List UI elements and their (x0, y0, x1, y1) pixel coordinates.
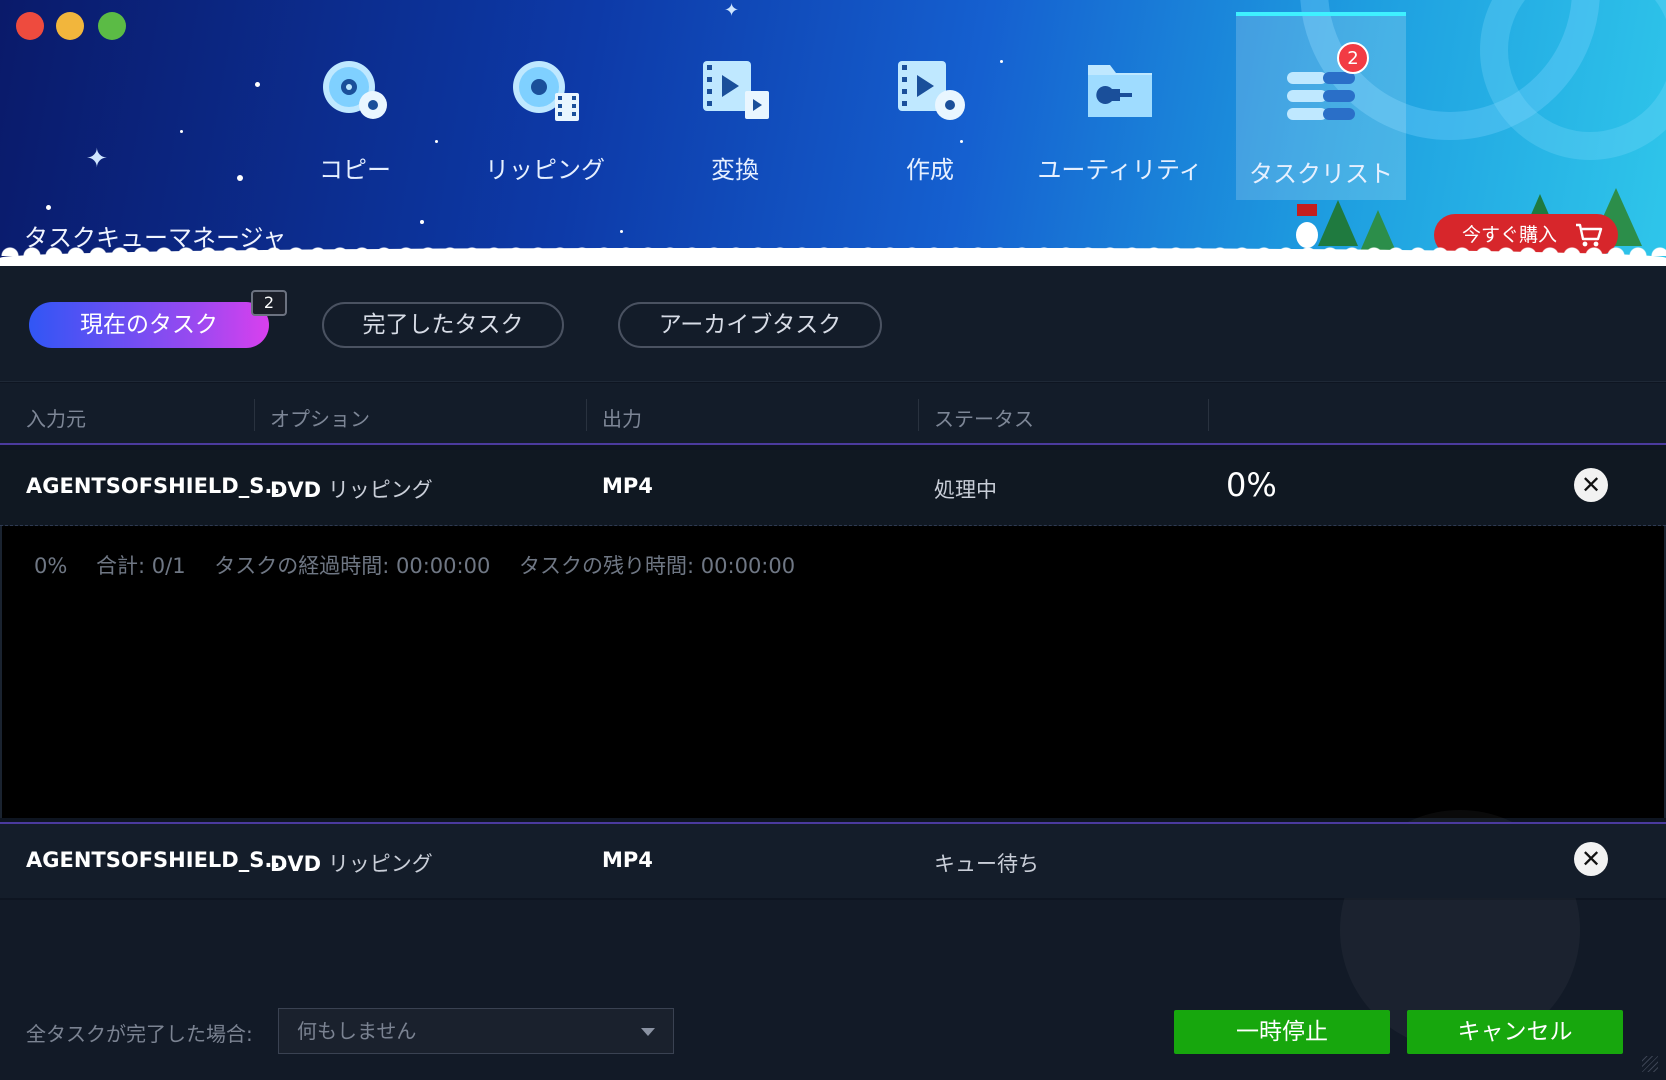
decor-star (620, 230, 623, 233)
elapsed-time: タスクの経過時間: 00:00:00 (214, 554, 491, 578)
table-row[interactable]: AGENTSOFSHIELD_S... DVD リッピング MP4 キュー待ち … (0, 822, 1666, 898)
on-complete-label: 全タスクが完了した場合: (26, 1022, 253, 1046)
nav-convert[interactable]: 変換 (650, 40, 820, 190)
task-output-format: MP4 (602, 848, 653, 872)
snowman-hat-decor (1297, 204, 1317, 216)
task-option: DVD リッピング (270, 848, 433, 878)
overall-percent: 0% (34, 554, 68, 578)
nav-task-list-label: タスクリスト (1249, 160, 1393, 188)
task-option-mode: リッピング (327, 478, 433, 502)
sparkle-icon: ✦ (86, 144, 108, 174)
column-header-status: ステータス (934, 407, 1034, 431)
nav-ripping-label: リッピング (485, 156, 605, 184)
decor-star (237, 175, 243, 181)
nav-create-label: 作成 (906, 156, 954, 184)
task-queue-window: ✦ ✦ コピー リッピング 変換 作成 ユーティリティ タスクリスト 2 タスク… (0, 0, 1666, 1080)
nav-create[interactable]: 作成 (845, 40, 1015, 190)
task-option-format: DVD (270, 852, 322, 876)
column-divider (254, 399, 255, 431)
decor-star (255, 82, 260, 87)
decor-swirl (1480, 0, 1666, 160)
video-convert-icon (703, 61, 769, 119)
nav-task-list[interactable]: タスクリスト (1236, 12, 1406, 200)
column-header-option: オプション (270, 407, 370, 431)
column-divider (918, 399, 919, 431)
decor-star (180, 130, 183, 133)
task-table-header: 入力元 オプション 出力 ステータス (0, 383, 1666, 445)
window-zoom-button[interactable] (98, 12, 126, 40)
decor-star (420, 220, 424, 224)
task-status: 処理中 (934, 478, 997, 502)
task-progress-percent: 0% (1226, 466, 1277, 504)
disc-copy-icon (323, 61, 387, 119)
tab-archived-tasks[interactable]: アーカイブタスク (618, 302, 882, 348)
column-header-source: 入力元 (26, 407, 86, 431)
remove-task-button[interactable]: ✕ (1574, 842, 1608, 876)
disc-ripping-icon (513, 61, 579, 121)
nav-copy-label: コピー (319, 156, 391, 184)
task-source: AGENTSOFSHIELD_S... (26, 848, 289, 872)
nav-convert-label: 変換 (711, 156, 759, 184)
decor-star (46, 205, 51, 210)
nav-utility-label: ユーティリティ (1037, 156, 1203, 184)
pause-button[interactable]: 一時停止 (1174, 1010, 1390, 1054)
sparkle-icon: ✦ (724, 0, 740, 21)
task-summary-line: 0% 合計: 0/1 タスクの経過時間: 00:00:00 タスクの残り時間: … (34, 550, 817, 580)
task-option-format: DVD (270, 478, 322, 502)
nav-ripping[interactable]: リッピング (460, 40, 630, 190)
snow-edge-decor (0, 248, 1666, 266)
task-progress-detail-panel: 0% 合計: 0/1 タスクの経過時間: 00:00:00 タスクの残り時間: … (0, 526, 1666, 818)
close-icon: ✕ (1580, 845, 1602, 873)
column-divider (586, 399, 587, 431)
resize-grip-icon[interactable] (1642, 1056, 1658, 1072)
cancel-button[interactable]: キャンセル (1407, 1010, 1623, 1054)
nav-copy[interactable]: コピー (270, 40, 440, 190)
task-total-count: 合計: 0/1 (96, 554, 186, 578)
task-source: AGENTSOFSHIELD_S... (26, 474, 289, 498)
tree-decor (1318, 200, 1358, 246)
current-tasks-count-badge: 2 (251, 290, 287, 316)
disc-create-icon (898, 61, 965, 120)
table-row[interactable]: AGENTSOFSHIELD_S... DVD リッピング MP4 処理中 0%… (0, 450, 1666, 526)
on-complete-selected-value: 何もしません (297, 1019, 417, 1043)
task-status: キュー待ち (934, 852, 1039, 876)
tab-current-tasks[interactable]: 現在のタスク (29, 302, 269, 348)
column-divider (1208, 399, 1209, 431)
header-banner: ✦ ✦ コピー リッピング 変換 作成 ユーティリティ タスクリスト 2 タスク… (0, 0, 1666, 266)
on-complete-select[interactable]: 何もしません (278, 1008, 674, 1054)
utility-folder-icon (1088, 65, 1152, 117)
column-header-output: 出力 (602, 407, 642, 431)
window-close-button[interactable] (16, 12, 44, 40)
task-option: DVD リッピング (270, 474, 433, 504)
tab-completed-tasks[interactable]: 完了したタスク (322, 302, 564, 348)
task-option-mode: リッピング (327, 852, 433, 876)
chevron-down-icon (641, 1028, 655, 1036)
remaining-time: タスクの残り時間: 00:00:00 (519, 554, 796, 578)
remove-task-button[interactable]: ✕ (1574, 468, 1608, 502)
close-icon: ✕ (1580, 471, 1602, 499)
task-output-format: MP4 (602, 474, 653, 498)
window-minimize-button[interactable] (56, 12, 84, 40)
nav-utility[interactable]: ユーティリティ (1035, 40, 1205, 190)
task-count-badge: 2 (1337, 42, 1369, 74)
